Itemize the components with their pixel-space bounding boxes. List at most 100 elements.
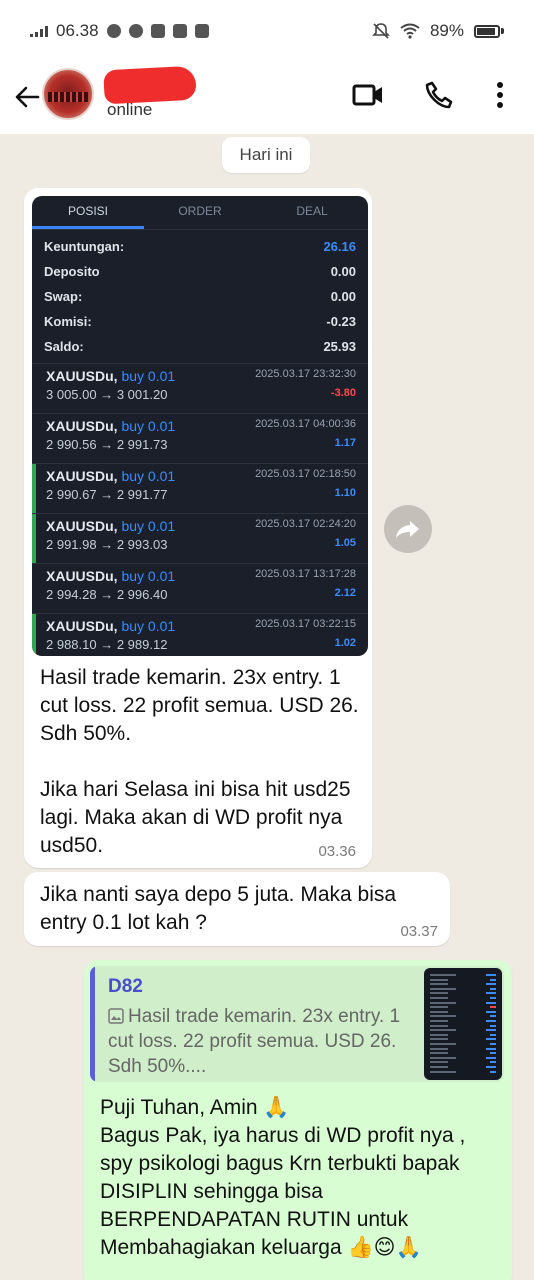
status-left: 06.38 — [30, 21, 209, 41]
thumb-line — [430, 1066, 448, 1068]
forward-icon — [396, 521, 419, 538]
message-text: Jika nanti saya depo 5 juta. Maka bisa e… — [40, 883, 397, 934]
thumb-value — [486, 1056, 496, 1059]
message-time: 03.36 — [318, 843, 356, 860]
deal-symbol: XAUUSDu, buy 0.01 — [46, 368, 176, 384]
deal-type: buy 0.01 — [121, 518, 176, 534]
thumb-line — [430, 1061, 448, 1064]
deal-row: XAUUSDu, buy 0.01 2025.03.17 04:00:36 2 99… — [32, 413, 368, 463]
quoted-message[interactable]: D82 Hasil trade kemarin. 23x entry. 1 cu… — [90, 966, 504, 1082]
thumb-line — [430, 974, 456, 976]
deal-prices: 2 990.56 → 2 991.73 — [46, 437, 168, 452]
thumb-value — [490, 978, 496, 981]
thumb-value — [490, 1033, 496, 1036]
thumb-value — [490, 1024, 496, 1027]
quote-text-content: Hasil trade kemarin. 23x entry. 1 cut lo… — [108, 1006, 401, 1077]
telegram-icon — [106, 24, 121, 38]
deal-datetime: 2025.03.17 03:22:15 — [255, 618, 356, 630]
more-options-icon[interactable] — [492, 80, 508, 110]
thumb-value — [490, 1070, 496, 1073]
deal-type: buy 0.01 — [121, 568, 176, 584]
deal-profit: 1.10 — [334, 487, 356, 499]
image-icon — [108, 1008, 124, 1024]
thumb-line — [430, 1033, 448, 1036]
thumb-value — [486, 1029, 496, 1032]
thumb-line — [430, 1052, 448, 1055]
status-right: 89% — [372, 21, 504, 41]
thumb-value — [486, 974, 496, 976]
wifi-icon — [400, 23, 420, 39]
deal-profit: -3.80 — [330, 387, 356, 399]
thumb-value — [490, 987, 496, 990]
trade-history-screenshot[interactable]: POSISI ORDER DEAL Keuntungan: 26.16 Deposito… — [32, 196, 368, 656]
thumb-value — [490, 1043, 496, 1045]
trade-tab-deal: DEAL — [296, 204, 328, 218]
chat-notification-icon — [128, 24, 143, 38]
incoming-text-message[interactable]: Jika nanti saya depo 5 juta. Maka bisa e… — [24, 872, 450, 946]
thumb-value — [486, 992, 496, 995]
thumb-line — [430, 1020, 448, 1022]
deal-symbol: XAUUSDu, buy 0.01 — [46, 568, 176, 584]
summary-label: Keuntungan: — [44, 239, 125, 254]
deal-prices: 3 005.00 → 3 001.20 — [46, 387, 168, 402]
thumb-line — [430, 1029, 456, 1032]
deal-list: XAUUSDu, buy 0.01 2025.03.17 23:32:30 3 00… — [32, 363, 368, 656]
trade-tabs: POSISI ORDER DEAL — [32, 196, 368, 230]
thumb-value — [486, 1001, 496, 1004]
deal-profit: 1.02 — [334, 637, 356, 649]
thumb-value — [486, 1020, 496, 1022]
mute-icon — [372, 23, 390, 39]
deal-indicator-bar — [32, 514, 36, 563]
thumb-value — [486, 1010, 496, 1013]
deal-symbol: XAUUSDu, buy 0.01 — [46, 468, 176, 484]
video-call-icon[interactable] — [352, 80, 384, 110]
thumb-line — [430, 1010, 448, 1013]
reply-text: Puji Tuhan, Amin 🙏 Bagus Pak, iya harus … — [100, 1096, 466, 1259]
voice-call-icon[interactable] — [424, 80, 454, 110]
chat-header: online — [0, 62, 534, 134]
redacted-contact-name[interactable] — [103, 65, 197, 105]
back-arrow-icon[interactable] — [12, 82, 42, 112]
thumb-value — [490, 997, 496, 999]
deal-indicator-bar — [32, 464, 36, 513]
trade-summary: Keuntungan: 26.16 Deposito 0.00 Swap: 0.00 Kom… — [32, 230, 368, 363]
thumb-line — [430, 1047, 448, 1050]
date-chip: Hari ini — [222, 137, 310, 173]
thumb-value — [490, 1052, 496, 1055]
summary-row: Saldo: 25.93 — [44, 334, 356, 359]
thumb-value — [486, 1066, 496, 1068]
deal-prices: 2 991.98 → 2 993.03 — [46, 537, 168, 552]
deal-row: XAUUSDu, buy 0.01 2025.03.17 03:22:15 2 98… — [32, 613, 368, 656]
summary-value: 25.93 — [323, 339, 356, 354]
signal-icon — [30, 25, 48, 37]
forward-button[interactable] — [384, 505, 432, 553]
deal-datetime: 2025.03.17 02:18:50 — [255, 468, 356, 480]
thumb-line — [430, 1024, 448, 1027]
summary-label: Saldo: — [44, 339, 84, 354]
summary-value: -0.23 — [326, 314, 356, 329]
trade-tab-order: ORDER — [178, 204, 222, 218]
thumb-line — [430, 1001, 456, 1004]
gallery-icon — [172, 24, 187, 38]
battery-icon — [474, 24, 504, 38]
summary-row: Keuntungan: 26.16 — [44, 234, 356, 259]
shop-icon — [194, 24, 209, 38]
thumb-value — [490, 1006, 496, 1009]
deal-row: XAUUSDu, buy 0.01 2025.03.17 23:32:30 3 00… — [32, 363, 368, 413]
contact-status: online — [107, 100, 153, 119]
thumb-line — [430, 1056, 456, 1059]
summary-value: 26.16 — [323, 239, 356, 254]
deal-datetime: 2025.03.17 04:00:36 — [255, 418, 356, 430]
deal-datetime: 2025.03.17 02:24:20 — [255, 518, 356, 530]
summary-label: Swap: — [44, 289, 83, 304]
message-time: 03.37 — [400, 923, 438, 940]
contact-avatar[interactable] — [42, 68, 94, 120]
summary-value: 0.00 — [330, 264, 356, 279]
thumb-line — [430, 1006, 448, 1009]
summary-row: Deposito 0.00 — [44, 259, 356, 284]
quote-sender: D82 — [108, 976, 143, 997]
deal-datetime: 2025.03.17 23:32:30 — [255, 368, 356, 380]
thumb-value — [490, 1061, 496, 1064]
deal-prices: 2 990.67 → 2 991.77 — [46, 487, 168, 502]
status-time: 06.38 — [56, 21, 99, 40]
